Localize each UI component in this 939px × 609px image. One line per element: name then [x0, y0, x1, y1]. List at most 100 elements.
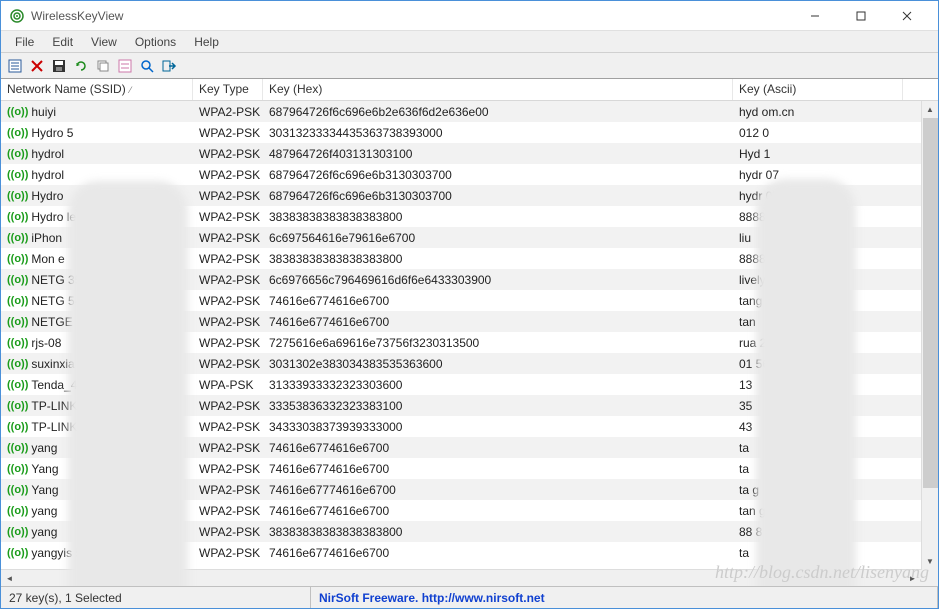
ssid-text: rjs-08 — [31, 336, 61, 350]
table-row[interactable]: ((о))huiyiWPA2-PSK687964726f6c696e6b2e63… — [1, 101, 938, 122]
tool-properties-icon[interactable] — [115, 56, 135, 76]
keytype-text: WPA2-PSK — [193, 210, 263, 224]
list-body[interactable]: ((о))huiyiWPA2-PSK687964726f6c696e6b2e63… — [1, 101, 938, 569]
keytype-text: WPA2-PSK — [193, 420, 263, 434]
keytype-text: WPA2-PSK — [193, 273, 263, 287]
tool-find-icon[interactable] — [137, 56, 157, 76]
table-row[interactable]: ((о))yangWPA2-PSK74616e6774616e6700ta — [1, 437, 938, 458]
menu-options[interactable]: Options — [127, 33, 184, 51]
keyascii-text: 01 56 — [733, 357, 903, 371]
keyascii-text: 8888 — [733, 210, 903, 224]
scroll-down-icon[interactable]: ▼ — [922, 553, 938, 570]
keyhex-text: 34333038373939333000 — [263, 420, 733, 434]
tool-delete-icon[interactable] — [27, 56, 47, 76]
table-row[interactable]: ((о))TP-LINK 897WPA2-PSK3433303837393933… — [1, 416, 938, 437]
ssid-text: yang — [31, 441, 57, 455]
keyascii-text: 35 — [733, 399, 903, 413]
keyhex-text: 687964726f6c696e6b3130303700 — [263, 168, 733, 182]
keyhex-text: 74616e6774616e6700 — [263, 546, 733, 560]
minimize-button[interactable] — [792, 2, 838, 30]
table-row[interactable]: ((о))Mon eWPA2-PSK3838383838383838380088… — [1, 248, 938, 269]
keytype-text: WPA2-PSK — [193, 399, 263, 413]
menu-file[interactable]: File — [7, 33, 42, 51]
keytype-text: WPA2-PSK — [193, 525, 263, 539]
tool-report-icon[interactable] — [5, 56, 25, 76]
ssid-text: TP-LINK 897 — [31, 420, 100, 434]
menu-view[interactable]: View — [83, 33, 125, 51]
table-row[interactable]: ((о))suxinxiaWPA2-PSK3031302e38303438353… — [1, 353, 938, 374]
wifi-icon: ((о)) — [7, 526, 28, 538]
table-row[interactable]: ((о))hydrolWPA2-PSK487964726f40313130310… — [1, 143, 938, 164]
status-link-cell: NirSoft Freeware. http://www.nirsoft.net — [311, 587, 938, 608]
keyhex-text: 7275616e6a69616e73756f3230313500 — [263, 336, 733, 350]
statusbar: 27 key(s), 1 Selected NirSoft Freeware. … — [1, 586, 938, 608]
menu-edit[interactable]: Edit — [44, 33, 81, 51]
keyascii-text: tan g — [733, 504, 903, 518]
column-keytype[interactable]: Key Type — [193, 79, 263, 100]
app-window: WirelessKeyView File Edit View Options H… — [0, 0, 939, 609]
table-row[interactable]: ((о))YangWPA2-PSK74616e6774616e6700ta — [1, 458, 938, 479]
maximize-button[interactable] — [838, 2, 884, 30]
keyhex-text: 74616e67774616e6700 — [263, 483, 733, 497]
keytype-text: WPA2-PSK — [193, 336, 263, 350]
wifi-icon: ((о)) — [7, 547, 28, 559]
keytype-text: WPA2-PSK — [193, 441, 263, 455]
table-row[interactable]: ((о))rjs-08WPA2-PSK7275616e6a69616e73756… — [1, 332, 938, 353]
tool-refresh-icon[interactable] — [71, 56, 91, 76]
scroll-thumb[interactable] — [923, 118, 938, 488]
keyhex-text: 687964726f6c696e6b3130303700 — [263, 189, 733, 203]
column-keyhex[interactable]: Key (Hex) — [263, 79, 733, 100]
keyascii-text: liu — [733, 231, 903, 245]
keytype-text: WPA2-PSK — [193, 105, 263, 119]
wifi-icon: ((о)) — [7, 358, 28, 370]
list-header: Network Name (SSID)⁄ Key Type Key (Hex) … — [1, 79, 938, 101]
column-ssid[interactable]: Network Name (SSID)⁄ — [1, 79, 193, 100]
ssid-text: Hydro le — [31, 210, 76, 224]
keyhex-text: 74616e6774616e6700 — [263, 441, 733, 455]
table-row[interactable]: ((о))Hydro leWPA2-PSK3838383838383838380… — [1, 206, 938, 227]
wifi-icon: ((о)) — [7, 463, 28, 475]
close-button[interactable] — [884, 2, 930, 30]
tool-exit-icon[interactable] — [159, 56, 179, 76]
wifi-icon: ((о)) — [7, 295, 28, 307]
table-row[interactable]: ((о))yangWPA2-PSK74616e6774616e6700tan g — [1, 500, 938, 521]
wifi-icon: ((о)) — [7, 484, 28, 496]
ssid-text: suxinxia — [31, 357, 74, 371]
scrollbar-vertical[interactable]: ▲ ▼ — [921, 101, 938, 570]
table-row[interactable]: ((о))iPhonWPA2-PSK6c697564616e79616e6700… — [1, 227, 938, 248]
scroll-left-icon[interactable]: ◄ — [1, 570, 18, 587]
table-row[interactable]: ((о))HydroWPA2-PSK687964726f6c696e6b3130… — [1, 185, 938, 206]
keyhex-text: 30313233334435363738393000 — [263, 126, 733, 140]
wifi-icon: ((о)) — [7, 106, 28, 118]
ssid-text: NETG 35 — [31, 273, 81, 287]
table-row[interactable]: ((о))hydrolWPA2-PSK687964726f6c696e6b313… — [1, 164, 938, 185]
tool-save-icon[interactable] — [49, 56, 69, 76]
table-row[interactable]: ((о))yangWPA2-PSK3838383838383838380088 … — [1, 521, 938, 542]
wifi-icon: ((о)) — [7, 442, 28, 454]
column-keyascii[interactable]: Key (Ascii) — [733, 79, 903, 100]
wifi-icon: ((о)) — [7, 253, 28, 265]
table-row[interactable]: ((о))NETG 5-5GWPA2-PSK74616e6774616e6700… — [1, 290, 938, 311]
ssid-text: Tenda_4 8 — [31, 378, 87, 392]
keyascii-text: lively nd309 — [733, 273, 903, 287]
table-row[interactable]: ((о))Tenda_4 8WPA-PSK3133393333232330360… — [1, 374, 938, 395]
nirsoft-link[interactable]: NirSoft Freeware. http://www.nirsoft.net — [319, 591, 545, 605]
keyascii-text: hydr 07 — [733, 168, 903, 182]
titlebar[interactable]: WirelessKeyView — [1, 1, 938, 31]
keyascii-text: tan — [733, 315, 903, 329]
table-row[interactable]: ((о))YangWPA2-PSK74616e67774616e6700ta g — [1, 479, 938, 500]
list-view[interactable]: Network Name (SSID)⁄ Key Type Key (Hex) … — [1, 79, 938, 586]
keytype-text: WPA2-PSK — [193, 252, 263, 266]
wifi-icon: ((о)) — [7, 148, 28, 160]
scroll-up-icon[interactable]: ▲ — [922, 101, 938, 118]
table-row[interactable]: ((о))NETG 35WPA2-PSK6c6976656c796469616d… — [1, 269, 938, 290]
scroll-right-icon[interactable]: ► — [904, 570, 921, 587]
table-row[interactable]: ((о))NETGE ngWPA2-PSK74616e6774616e6700t… — [1, 311, 938, 332]
table-row[interactable]: ((о))Hydro 5WPA2-PSK30313233334435363738… — [1, 122, 938, 143]
keyhex-text: 74616e6774616e6700 — [263, 504, 733, 518]
tool-copy-icon[interactable] — [93, 56, 113, 76]
table-row[interactable]: ((о))yangyis 5WPA2-PSK74616e6774616e6700… — [1, 542, 938, 563]
table-row[interactable]: ((о))TP-LINK 075WPA2-PSK3335383633232338… — [1, 395, 938, 416]
scrollbar-horizontal[interactable]: ◄ ► — [1, 569, 938, 586]
menu-help[interactable]: Help — [186, 33, 227, 51]
